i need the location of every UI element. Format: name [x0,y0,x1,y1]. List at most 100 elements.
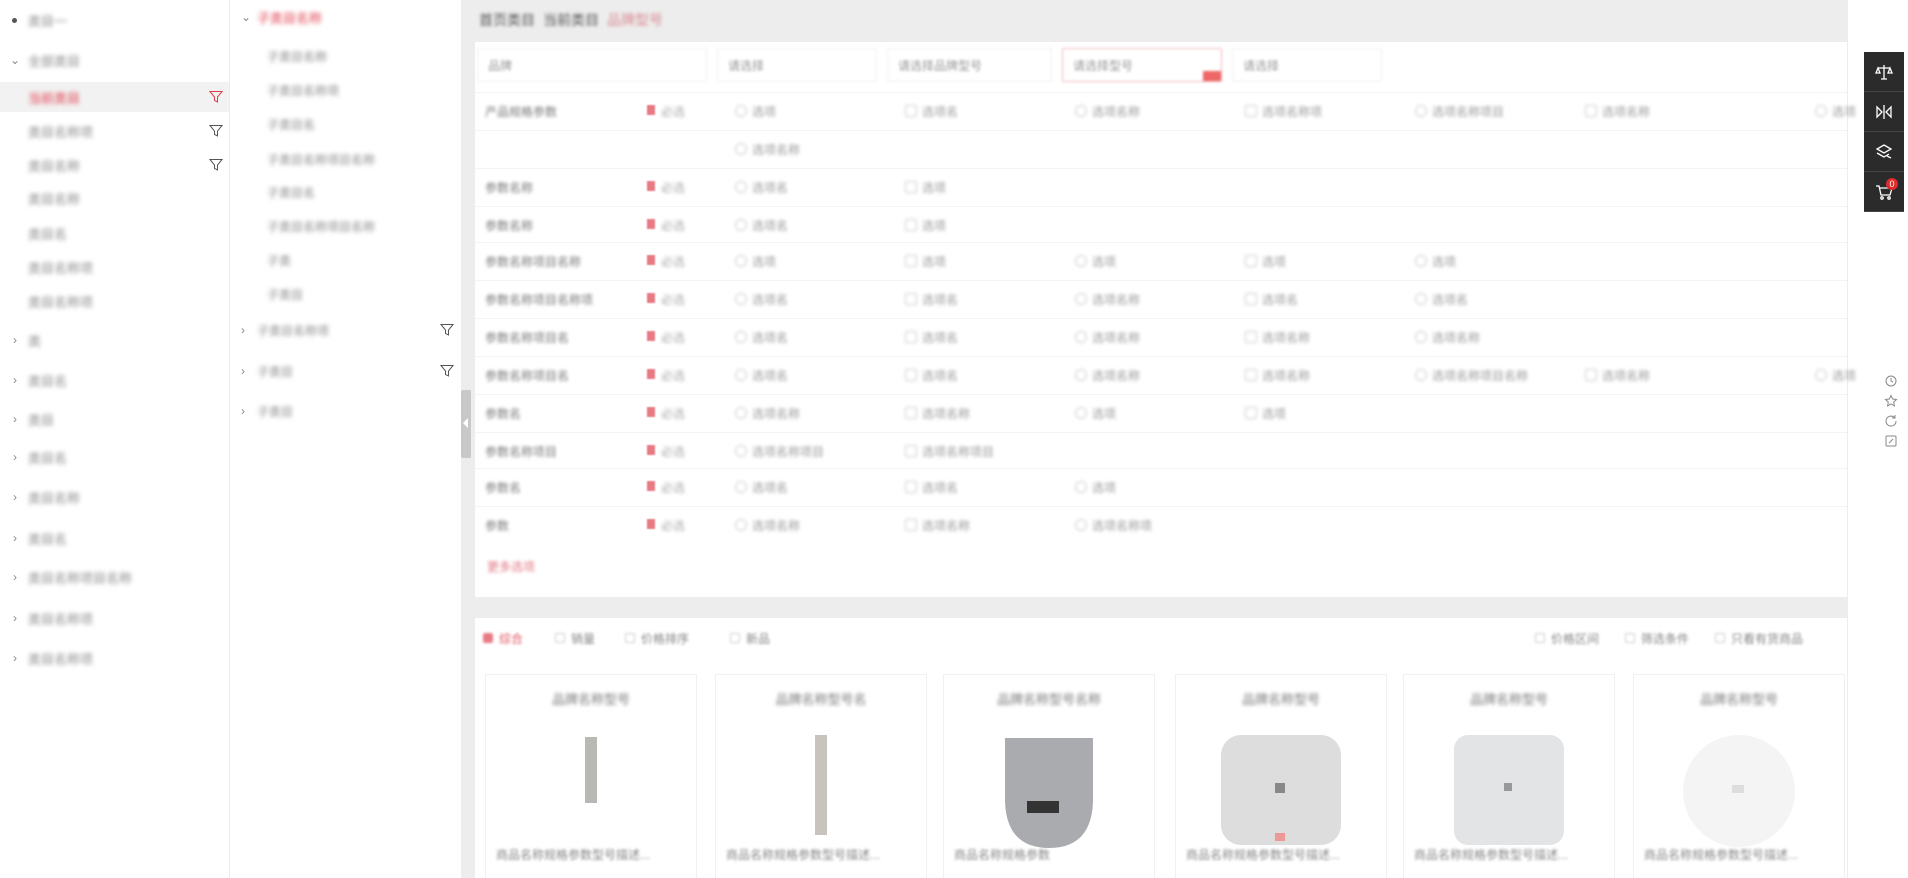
option-checkbox[interactable] [1075,407,1087,419]
filter-option[interactable]: 选项 [1075,477,1116,497]
breadcrumb-item[interactable]: 首页类目 [479,10,535,30]
filter-option[interactable]: 选项名称 [1245,365,1310,385]
filter-option[interactable]: 选项 [905,251,946,271]
category-item[interactable]: › 类目名称项目名称 [0,562,229,592]
product-card[interactable]: 品牌名称型号 商品名称规格参数型号描述... [1403,674,1615,878]
subcategory-item[interactable]: 子类目名称项 [231,76,460,104]
subcategory-item[interactable]: 子类目名 [231,110,460,138]
option-checkbox[interactable] [735,143,747,155]
layers-button[interactable] [1864,132,1904,172]
category-item[interactable]: › 类目名 [0,442,229,472]
product-image[interactable] [995,733,1103,856]
option-checkbox[interactable] [1415,369,1427,381]
option-checkbox[interactable] [905,369,917,381]
product-image[interactable] [1452,733,1566,852]
option-checkbox[interactable] [1415,255,1427,267]
filter-option[interactable]: 选项名称 [1075,365,1140,385]
option-checkbox[interactable] [905,293,917,305]
option-checkbox[interactable] [735,105,747,117]
product-card[interactable]: 品牌名称型号 商品名称规格参数型号描述... [1633,674,1845,878]
sort-option-right[interactable]: 价格区间 [1535,628,1599,648]
filter-option[interactable]: 选项 [735,251,776,271]
cart-button[interactable]: 0 [1864,172,1904,212]
subcategory-item[interactable]: 子类目名称项目名称 [231,212,460,240]
product-card[interactable]: 品牌名称型号名称 商品名称规格参数 [943,674,1155,878]
option-checkbox[interactable] [1245,255,1257,267]
category-item[interactable]: › 类目名 [0,365,229,395]
filter-option[interactable]: 选项名 [905,477,958,497]
option-checkbox[interactable] [1815,105,1827,117]
filter-option[interactable]: 选项名 [735,327,788,347]
filter-option[interactable]: 选项 [1815,101,1856,121]
option-checkbox[interactable] [735,293,747,305]
subcategory-item[interactable]: 子类目名称 [231,42,460,70]
category-item[interactable]: › 类目名 [0,523,229,553]
filter-option[interactable]: 选项名称 [1585,101,1650,121]
filter-option[interactable]: 选项名 [905,365,958,385]
chevron-right-icon[interactable]: › [10,490,20,504]
chevron-right-icon[interactable]: › [10,570,20,584]
filter-select[interactable]: 请选择型号 [1062,48,1222,82]
chevron-down-icon[interactable]: ⌄ [241,10,251,24]
option-checkbox[interactable] [905,331,917,343]
category-item[interactable]: 类目名称项 [0,116,229,146]
filter-option[interactable]: 选项 [1245,403,1286,423]
compare-button[interactable] [1864,52,1904,92]
filter-icon[interactable] [208,124,224,138]
filter-option[interactable]: 选项名 [905,327,958,347]
filter-option[interactable]: 选项名称项 [1245,101,1322,121]
product-image[interactable] [1217,733,1345,852]
filter-option[interactable]: 选项 [1075,403,1116,423]
edit-icon[interactable] [1884,434,1898,448]
option-checkbox[interactable] [905,105,917,117]
filter-option[interactable]: 选项名称 [1245,327,1310,347]
category-item[interactable]: ⌄ 全部类目 [0,45,229,75]
filter-option[interactable]: 选项名称 [1075,327,1140,347]
breadcrumb-item[interactable]: 当前类目 [543,10,599,30]
chevron-right-icon[interactable]: › [10,333,20,347]
product-title[interactable]: 商品名称规格参数型号描述... [1644,847,1834,864]
option-checkbox[interactable] [1245,407,1257,419]
more-options-link[interactable]: 更多选项 [487,558,535,575]
filter-option[interactable]: 选项名称 [735,403,800,423]
filter-icon[interactable] [439,364,455,378]
filter-option[interactable]: 选项名称项目 [735,441,824,461]
filter-select[interactable]: 请选择 [1232,48,1382,82]
option-checkbox[interactable] [735,481,747,493]
option-checkbox[interactable] [1075,481,1087,493]
filter-option[interactable]: 选项名 [1245,289,1298,309]
subcategory-item[interactable]: ⌄ 子类目名称 [231,3,460,31]
option-checkbox[interactable] [1585,105,1597,117]
filter-option[interactable]: 选项 [905,177,946,197]
filter-select[interactable]: 请选择品牌型号 [887,48,1052,82]
option-checkbox[interactable] [1415,105,1427,117]
product-card[interactable]: 品牌名称型号名 商品名称规格参数型号描述... [715,674,927,878]
product-card[interactable]: 品牌名称型号 商品名称规格参数型号描述... [1175,674,1387,878]
category-item[interactable]: › 类 [0,325,229,355]
option-checkbox[interactable] [905,407,917,419]
category-item[interactable]: 类目一 [0,5,229,35]
option-checkbox[interactable] [905,255,917,267]
chevron-right-icon[interactable]: › [10,651,20,665]
subcategory-item[interactable]: 子类目名称项目名称 [231,145,460,173]
filter-option[interactable]: 选项名称项目 [1415,101,1504,121]
chevron-down-icon[interactable]: ⌄ [10,53,20,67]
filter-option[interactable]: 选项名称 [1075,289,1140,309]
category-item[interactable]: › 类目 [0,404,229,434]
option-checkbox[interactable] [905,481,917,493]
filter-option[interactable]: 选项名 [1415,289,1468,309]
option-checkbox[interactable] [905,219,917,231]
chevron-right-icon[interactable]: › [10,611,20,625]
sort-option-right[interactable]: 只看有货商品 [1715,628,1803,648]
chevron-right-icon[interactable]: › [10,412,20,426]
product-title[interactable]: 商品名称规格参数 [954,847,1144,864]
product-card[interactable]: 品牌名称型号 商品名称规格参数型号描述... [485,674,697,878]
product-image[interactable] [576,733,606,810]
chevron-right-icon[interactable]: › [10,450,20,464]
filter-option[interactable]: 选项名 [735,289,788,309]
option-checkbox[interactable] [1245,369,1257,381]
option-checkbox[interactable] [1075,369,1087,381]
filter-option[interactable]: 选项名称项目 [905,441,994,461]
chevron-right-icon[interactable]: › [241,364,245,378]
option-checkbox[interactable] [1075,519,1087,531]
